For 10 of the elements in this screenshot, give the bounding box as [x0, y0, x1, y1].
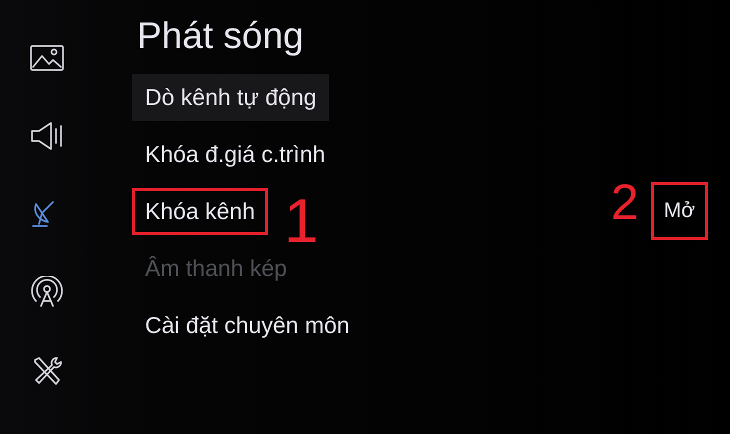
antenna-icon[interactable] — [29, 276, 65, 308]
picture-icon[interactable] — [29, 42, 65, 74]
setting-value: Mở — [650, 182, 708, 240]
menu-item[interactable]: Dò kênh tự động — [132, 74, 330, 121]
menu-item[interactable]: Khóa đ.giá c.trình — [132, 130, 338, 178]
menu-title: Phát sóng — [137, 16, 305, 57]
callout-number: 2 — [610, 177, 639, 228]
menu-item[interactable]: Cài đặt chuyên môn — [132, 302, 363, 349]
speaker-icon[interactable] — [29, 120, 65, 152]
menu-item[interactable]: Khóa kênh — [132, 188, 268, 235]
